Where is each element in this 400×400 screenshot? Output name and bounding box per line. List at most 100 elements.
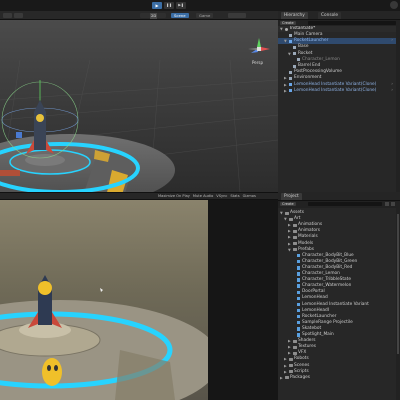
expand-arrow-icon[interactable]: ▼ [280,210,284,216]
project-row[interactable]: Character_Watermelon [278,283,396,289]
collapse-arrow-icon[interactable]: ▶ [288,344,292,350]
project-item-label: LemonHead Instantiate Variant [302,301,369,307]
project-scrollbar-thumb[interactable] [397,214,399,354]
hierarchy-row[interactable]: ▼ Rocket [278,51,396,57]
project-row[interactable]: ▶ Materials [278,234,396,240]
project-search-input[interactable] [308,202,382,206]
game-option-3[interactable]: Stats [230,194,239,198]
collapse-arrow-icon[interactable]: ▶ [284,369,288,375]
open-prefab-icon[interactable]: › [391,38,393,44]
collapse-arrow-icon[interactable]: ▶ [288,350,292,356]
pause-button[interactable]: ❚❚ [164,2,174,9]
hierarchy-item-label: LemonHead Instantiate Variant(Clone) [294,81,377,87]
folder-icon [289,364,293,367]
game-option-4[interactable]: Gizmos [243,194,256,198]
collapse-arrow-icon[interactable]: ▶ [284,88,288,94]
project-row[interactable]: ▶ Scripts [278,369,396,375]
step-button[interactable]: ▶❚ [176,2,186,9]
project-row[interactable]: LemonHeadI [278,308,396,314]
project-item-label: LemonHeadI [302,307,330,313]
game-option-2[interactable]: VSync [216,194,227,198]
expand-arrow-icon[interactable]: ▼ [288,247,292,253]
project-row[interactable]: ▶ Shaders [278,338,396,344]
collapse-arrow-icon[interactable]: ▶ [288,241,292,247]
collapse-arrow-icon[interactable]: ▶ [288,222,292,228]
prefab-asset-icon [297,284,301,288]
hierarchy-row[interactable]: Character_Lemon [278,57,396,63]
project-header: Project [278,192,400,201]
open-prefab-icon[interactable]: › [391,88,393,94]
hierarchy-row[interactable]: Base [278,44,396,50]
project-item-label: Prefabs [298,246,314,252]
project-row[interactable]: ▶ Animators [278,228,396,234]
game-letterbox [208,200,278,400]
open-prefab-icon[interactable]: › [391,82,393,88]
toggle-2d-button[interactable]: 2D [150,12,158,19]
hierarchy-row[interactable]: ▼ RocketLauncher › [278,38,396,45]
game-view-toolbar: Maximize On Play Mute Audio VSync Stats Gizm… [0,192,278,200]
collapse-arrow-icon[interactable]: ▶ [288,338,292,344]
hierarchy-scrollbar[interactable] [396,26,400,192]
tab-project[interactable]: Project [281,193,302,200]
scene-search-field[interactable] [228,13,246,18]
gameobject-icon [293,64,296,68]
tab-hierarchy[interactable]: Hierarchy [281,12,308,19]
prefab-asset-icon [297,272,301,276]
tab-scene[interactable]: Scene [171,13,189,18]
project-row[interactable]: Skatebot [278,326,396,332]
project-row[interactable]: LemonHead Instantiate Variant [278,302,396,308]
expand-arrow-icon[interactable]: ▼ [284,216,288,222]
play-button[interactable]: ▶ [152,2,162,9]
collapse-arrow-icon[interactable]: ▶ [284,356,288,362]
draw-mode-dropdown[interactable] [14,13,23,18]
collapse-arrow-icon[interactable]: ▶ [288,228,292,234]
tab-game[interactable]: Game [196,13,214,18]
folder-icon [293,351,297,355]
project-row[interactable]: Character_BodyBit_Red [278,265,396,271]
expand-arrow-icon[interactable]: ▼ [284,38,288,44]
gizmo-label[interactable]: Persp [252,60,263,66]
layers-button[interactable] [390,1,398,9]
prefab-asset-icon [297,296,301,301]
mouse-cursor [100,288,103,292]
project-row[interactable]: ▼ Prefabs [278,247,396,253]
hierarchy-row[interactable]: ▶ Environment [278,75,396,81]
project-row[interactable]: ▶ Scenes [278,363,396,369]
shading-mode-dropdown[interactable] [3,13,12,18]
scene-viewport[interactable]: Persp [0,20,278,192]
hierarchy-create-button[interactable]: Create [280,21,296,25]
rocket-body [34,100,46,150]
orientation-gizmo[interactable] [248,38,270,60]
project-row[interactable]: LemonHead [278,295,396,301]
collapse-arrow-icon[interactable]: ▶ [284,363,288,369]
tab-console[interactable]: Console [318,12,342,19]
game-option-1[interactable]: Mute Audio [193,194,213,198]
filter-label-icon[interactable] [391,202,395,206]
hierarchy-search-input[interactable] [308,21,396,25]
project-row[interactable]: DoorPortal [278,289,396,295]
collapse-arrow-icon[interactable]: ▶ [288,234,292,240]
collapse-arrow-icon[interactable]: ▶ [280,375,284,381]
project-create-button[interactable]: Create [280,202,296,206]
hierarchy-row[interactable]: ▶ LemonHead Instantiate Variant(Clone) › [278,88,396,94]
project-row[interactable]: SampleRange Projectile [278,320,396,326]
project-row[interactable]: Spotlight_Main [278,332,396,338]
game-option-0[interactable]: Maximize On Play [158,194,190,198]
prefab-asset-icon [297,321,301,325]
project-row[interactable]: ▶ Animations [278,222,396,228]
project-row[interactable]: RocketLauncher [278,314,396,320]
collapse-arrow-icon[interactable]: ▶ [284,82,288,88]
project-row[interactable]: ▶ Robots [278,356,396,362]
project-row[interactable]: Character_BodyBit_Blue [278,253,396,259]
project-row[interactable]: ▶ Packages [278,375,396,381]
project-row[interactable]: ▼ Art [278,216,396,222]
project-row[interactable]: Character_BodyBit_Green [278,259,396,265]
project-row[interactable]: ▶ Models [278,241,396,247]
folder-icon [293,223,297,227]
expand-arrow-icon[interactable]: ▼ [288,51,292,57]
filter-type-icon[interactable] [385,202,389,206]
project-item-label: Materials [298,234,318,240]
project-row[interactable]: ▶ Textures [278,344,396,350]
collapse-arrow-icon[interactable]: ▶ [284,75,288,81]
hierarchy-row[interactable]: ▶ LemonHead Instantiate Variant(Clone) › [278,82,396,88]
